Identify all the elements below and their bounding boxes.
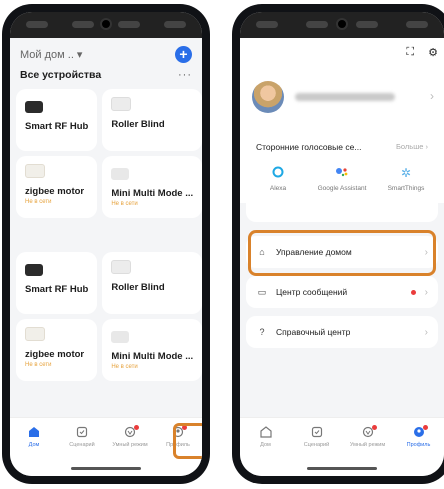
menu-label: Справочный центр	[276, 327, 351, 337]
blind-icon	[111, 97, 132, 111]
chevron-right-icon: ›	[424, 326, 428, 338]
device-name: Smart RF Hub	[25, 284, 89, 295]
device-grid-repeat: Smart RF Hub Roller Blind zigbee motor Не…	[10, 252, 202, 381]
home-indicator	[307, 467, 377, 470]
multimode-icon	[111, 168, 130, 180]
tab-label: Сценарий	[69, 442, 95, 448]
assistant-name: Google Assistant	[317, 185, 367, 192]
message-icon: ▭	[257, 286, 267, 297]
tab-smart[interactable]: Умный режим	[346, 425, 390, 448]
device-card[interactable]: Smart RF Hub	[16, 252, 98, 314]
username-blurred	[295, 93, 395, 101]
menu-help-center[interactable]: ? Справочный центр ›	[246, 316, 438, 348]
device-name: Roller Blind	[111, 282, 165, 293]
device-name: Smart RF Hub	[25, 121, 89, 132]
help-icon: ?	[259, 327, 265, 337]
motor-icon	[25, 164, 45, 178]
tab-bar: Дом Сценарий Умный режим Профиль	[10, 417, 202, 476]
alexa-icon	[272, 166, 284, 178]
assistant-name: Alexa	[269, 185, 287, 192]
assistant-smartthings[interactable]: ✲ SmartThings	[378, 166, 434, 193]
voice-title: Сторонние голосовые се...	[256, 142, 362, 152]
hub-icon	[25, 264, 43, 276]
home-selector[interactable]: Мой дом .. ▾	[20, 48, 82, 61]
google-assistant-icon	[336, 168, 348, 177]
motor-icon	[25, 327, 45, 341]
notification-badge	[411, 290, 416, 295]
phone-right: ⛶ ⚙ › Сторонние голосовые се... Больше ›…	[232, 4, 444, 484]
tab-label: Умный режим	[349, 442, 386, 448]
device-status: Не в сети	[25, 199, 52, 205]
assistant-name: SmartThings	[387, 185, 425, 192]
voice-services-card: Сторонние голосовые се... Больше › Alexa…	[246, 132, 438, 222]
device-name: zigbee motor	[25, 349, 85, 360]
device-status: Не в сети	[111, 364, 138, 370]
device-card[interactable]: Roller Blind	[102, 89, 202, 151]
notification-badge	[371, 425, 377, 430]
status-bar	[240, 12, 444, 38]
tab-home[interactable]: Дом	[244, 426, 288, 448]
menu-home-management[interactable]: ⌂ Управление домом ›	[246, 230, 438, 276]
device-card[interactable]: zigbee motor Не в сети	[16, 319, 98, 381]
assistant-alexa[interactable]: Alexa	[250, 166, 306, 193]
profile-screen: ⛶ ⚙ › Сторонние голосовые се... Больше ›…	[240, 12, 444, 476]
device-name: Roller Blind	[111, 119, 165, 130]
notification-badge	[134, 425, 139, 430]
profile-menu: ⌂ Управление домом › ▭ Центр сообщений ›…	[240, 230, 444, 356]
tab-home[interactable]: Дом	[12, 426, 56, 448]
device-card[interactable]: zigbee motor Не в сети	[16, 156, 98, 218]
device-card[interactable]: Smart RF Hub	[16, 89, 98, 151]
notification-badge	[422, 425, 428, 430]
home-icon	[29, 427, 39, 437]
tab-scenes[interactable]: Сценарий	[295, 426, 339, 448]
settings-icon[interactable]: ⚙	[428, 46, 438, 59]
device-name: Mini Multi Mode ...	[111, 188, 194, 199]
profile-tab-highlight	[173, 423, 202, 459]
device-name: Mini Multi Mode ...	[111, 351, 194, 362]
chevron-right-icon: ›	[424, 286, 428, 298]
tab-smart[interactable]: Умный режим	[108, 425, 152, 448]
assistant-google[interactable]: Google Assistant	[314, 166, 370, 193]
home-icon	[259, 426, 272, 438]
phone-left: Мой дом .. ▾ + Все устройства ··· Smart …	[2, 4, 210, 484]
tab-label: Дом	[260, 442, 271, 448]
device-name: zigbee motor	[25, 186, 85, 197]
status-bar	[10, 12, 202, 38]
scene-icon	[311, 426, 322, 438]
tab-scenes[interactable]: Сценарий	[60, 426, 104, 448]
tab-label: Дом	[28, 442, 40, 448]
blind-icon	[111, 260, 132, 274]
hub-icon	[25, 101, 43, 113]
section-title: Все устройства	[20, 69, 102, 81]
devices-screen: Мой дом .. ▾ + Все устройства ··· Smart …	[10, 12, 202, 476]
camera	[336, 18, 348, 30]
camera	[100, 18, 112, 30]
menu-highlight	[248, 230, 436, 276]
add-device-button[interactable]: +	[175, 46, 192, 63]
scan-icon[interactable]: ⛶	[406, 46, 414, 59]
home-indicator	[71, 467, 141, 470]
tab-label: Сценарий	[303, 442, 330, 448]
more-icon[interactable]: ···	[178, 69, 192, 81]
menu-message-center[interactable]: ▭ Центр сообщений ›	[246, 276, 438, 308]
menu-label: Центр сообщений	[276, 287, 348, 297]
device-status: Не в сети	[25, 362, 52, 368]
device-status: Не в сети	[111, 201, 138, 207]
multimode-icon	[111, 331, 130, 343]
smartthings-icon: ✲	[400, 166, 412, 180]
tab-label: Профиль	[406, 442, 431, 448]
chevron-right-icon[interactable]: ›	[430, 89, 434, 103]
avatar[interactable]	[252, 81, 284, 113]
device-card[interactable]: Mini Multi Mode ... Не в сети	[102, 156, 202, 218]
tab-bar: Дом Сценарий Умный режим Профиль	[240, 417, 444, 476]
scene-icon	[76, 426, 88, 438]
voice-more-link[interactable]: Больше ›	[396, 142, 428, 152]
device-grid: Smart RF Hub Roller Blind zigbee motor Не…	[10, 89, 202, 218]
tab-profile[interactable]: Профиль	[397, 425, 441, 448]
device-card[interactable]: Roller Blind	[102, 252, 202, 314]
device-card[interactable]: Mini Multi Mode ... Не в сети	[102, 319, 202, 381]
tab-label: Умный режим	[112, 442, 148, 448]
